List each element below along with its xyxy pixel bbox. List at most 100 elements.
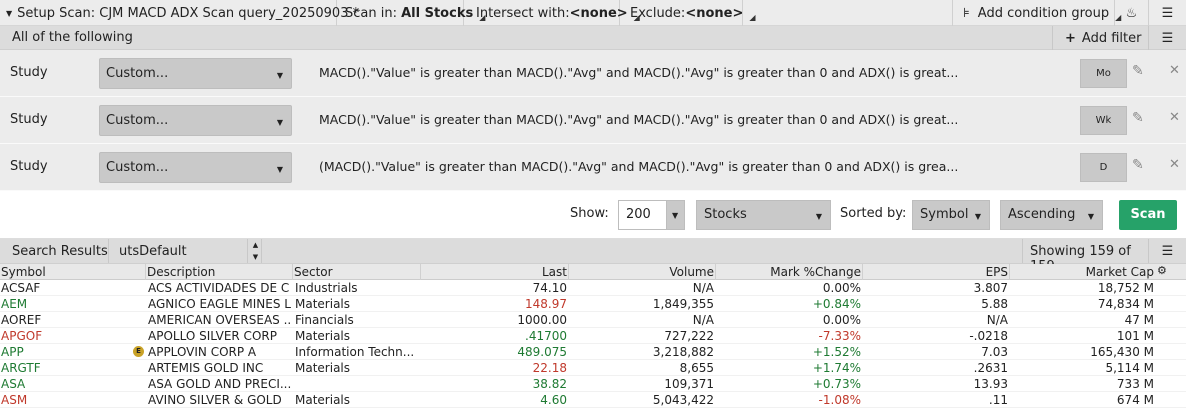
column-header-description[interactable]: Description — [147, 265, 215, 279]
cell-market-cap: 165,430 M — [1090, 345, 1154, 359]
menu-button[interactable]: ☰ — [1149, 0, 1186, 26]
study-dropdown[interactable]: Custom... ▼ — [99, 152, 292, 183]
add-condition-group-button[interactable]: ⊧ Add condition group ◢ — [952, 0, 1121, 26]
close-icon[interactable]: ✕ — [1169, 63, 1180, 78]
aggregation-button[interactable]: Wk — [1080, 106, 1127, 135]
filter-expression[interactable]: (MACD()."Value" is greater than MACD()."… — [319, 159, 958, 174]
column-header-last[interactable]: Last — [420, 265, 567, 279]
add-filter-label: Add filter — [1081, 30, 1142, 46]
group-menu-button[interactable]: ☰ — [1149, 26, 1186, 50]
cell-market-cap: 47 M — [1124, 313, 1154, 327]
table-row[interactable]: APP APPLOVIN CORP A Information Techn... 48… — [0, 344, 1186, 360]
exclude-value: <none> — [685, 5, 744, 21]
study-dropdown[interactable]: Custom... ▼ — [99, 58, 292, 89]
column-set-select[interactable]: utsDefault ▲ ▼ — [108, 239, 262, 263]
instrument-type-select[interactable]: Stocks ▼ — [696, 200, 831, 230]
cell-sector: Industrials — [295, 281, 358, 295]
filter-row: Study Custom... ▼ MACD()."Value" is great… — [0, 50, 1186, 97]
intersect-select[interactable]: Intersect with: <none> ◢ — [464, 0, 640, 26]
condition-group-header: All of the following + Add filter ☰ — [0, 26, 1186, 50]
filter-type: Study — [10, 112, 48, 127]
table-row[interactable]: AEM AGNICO EAGLE MINES L Materials 148.97 1,… — [0, 296, 1186, 312]
hot-list-button[interactable]: ♨ — [1115, 0, 1149, 26]
intersect-value: <none> — [569, 5, 628, 21]
chevron-down-icon: ▼ — [276, 118, 283, 127]
cell-last: 489.075 — [517, 345, 567, 359]
cell-description: AGNICO EAGLE MINES L — [148, 297, 291, 311]
filter-expression[interactable]: MACD()."Value" is greater than MACD()."A… — [319, 65, 958, 80]
chevron-down-icon: ▼ — [815, 212, 822, 221]
cell-mark-change: 0.00% — [822, 281, 861, 295]
flame-icon: ♨ — [1125, 5, 1138, 21]
scan-in-select[interactable]: Scan in: All Stocks ◢ — [337, 0, 485, 26]
column-set-value: utsDefault — [119, 244, 187, 259]
cell-symbol: ARGTF — [1, 361, 41, 375]
plus-icon: + — [1065, 30, 1076, 46]
cell-volume: 5,043,422 — [652, 393, 714, 407]
scan-options-bar: Show: 200 ▼ Stocks ▼ Sorted by: Symbol ▼ A… — [0, 191, 1186, 239]
sort-field-select[interactable]: Symbol ▼ — [912, 200, 990, 230]
table-row[interactable]: ASM AVINO SILVER & GOLD Materials 4.60 5,043… — [0, 392, 1186, 408]
cell-symbol: ASM — [1, 393, 28, 407]
study-dropdown[interactable]: Custom... ▼ — [99, 105, 292, 136]
cell-description: AMERICAN OVERSEAS ... — [148, 313, 291, 327]
cell-market-cap: 5,114 M — [1105, 361, 1154, 375]
cell-sector: Materials — [295, 361, 351, 375]
close-icon[interactable]: ✕ — [1169, 157, 1180, 172]
column-header-sector[interactable]: Sector — [294, 265, 333, 279]
cell-volume: 3,218,882 — [652, 345, 714, 359]
chevron-down-icon: ▼ — [974, 212, 981, 221]
filter-row: Study Custom... ▼ MACD()."Value" is great… — [0, 97, 1186, 144]
setup-scan-menu[interactable]: ▼ Setup Scan: CJM MACD ADX Scan query_20… — [0, 0, 359, 26]
column-header-volume[interactable]: Volume — [568, 265, 714, 279]
cell-volume: 109,371 — [664, 377, 714, 391]
cell-volume: 8,655 — [679, 361, 714, 375]
column-header-market-cap[interactable]: Market Cap — [1009, 265, 1154, 279]
column-header-mark-change[interactable]: Mark %Change — [715, 265, 861, 279]
table-row[interactable]: ACSAF ACS ACTIVIDADES DE C Industrials 74.1… — [0, 280, 1186, 296]
table-row[interactable]: APGOF APOLLO SILVER CORP Materials .41700 72… — [0, 328, 1186, 344]
cell-mark-change: -1.08% — [818, 393, 861, 407]
results-title: Search Results — [12, 244, 108, 259]
add-filter-button[interactable]: + Add filter — [1052, 26, 1149, 50]
study-dropdown-value: Custom... — [106, 160, 169, 175]
sort-order-select[interactable]: Ascending ▼ — [1000, 200, 1103, 230]
earnings-badge-icon[interactable]: E — [133, 346, 144, 357]
cell-eps: .11 — [988, 393, 1008, 407]
sort-order-value: Ascending — [1008, 207, 1076, 222]
gear-icon[interactable]: ⚙ — [1157, 264, 1167, 277]
aggregation-button[interactable]: Mo — [1080, 59, 1127, 88]
edit-icon[interactable]: ✎ — [1132, 157, 1144, 173]
cell-symbol: AEM — [1, 297, 28, 311]
exclude-select[interactable]: Exclude: <none> ◢ — [620, 0, 756, 26]
column-header-symbol[interactable]: Symbol — [1, 265, 46, 279]
cell-description: APOLLO SILVER CORP — [148, 329, 277, 343]
show-count-select[interactable]: 200 ▼ — [618, 200, 685, 230]
scan-toolbar: ▼ Setup Scan: CJM MACD ADX Scan query_20… — [0, 0, 1186, 26]
edit-icon[interactable]: ✎ — [1132, 63, 1144, 79]
column-divider[interactable] — [292, 264, 293, 280]
cell-mark-change: +0.73% — [812, 377, 861, 391]
cell-volume: 1,849,355 — [652, 297, 714, 311]
table-row[interactable]: ARGTF ARTEMIS GOLD INC Materials 22.18 8,655… — [0, 360, 1186, 376]
cell-eps: -.0218 — [969, 329, 1008, 343]
table-row[interactable]: ASA ASA GOLD AND PRECI... 38.82 109,371 +0.7… — [0, 376, 1186, 392]
chevron-down-icon: ▼ — [276, 165, 283, 174]
results-menu-button[interactable]: ☰ — [1149, 239, 1186, 263]
close-icon[interactable]: ✕ — [1169, 110, 1180, 125]
column-divider[interactable] — [145, 264, 146, 280]
aggregation-button[interactable]: D — [1080, 153, 1127, 182]
table-row[interactable]: AOREF AMERICAN OVERSEAS ... Financials 1000… — [0, 312, 1186, 328]
cell-symbol: ASA — [1, 377, 26, 391]
cell-mark-change: -7.33% — [818, 329, 861, 343]
show-count-value: 200 — [626, 207, 651, 222]
column-header-eps[interactable]: EPS — [862, 265, 1008, 279]
scan-button[interactable]: Scan — [1119, 200, 1177, 230]
cell-sector: Materials — [295, 329, 351, 343]
cell-market-cap: 18,752 M — [1097, 281, 1154, 295]
study-dropdown-value: Custom... — [106, 113, 169, 128]
filter-expression[interactable]: MACD()."Value" is greater than MACD()."A… — [319, 112, 958, 127]
menu-icon: ☰ — [1161, 243, 1174, 259]
edit-icon[interactable]: ✎ — [1132, 110, 1144, 126]
sorted-by-label: Sorted by: — [840, 206, 907, 221]
